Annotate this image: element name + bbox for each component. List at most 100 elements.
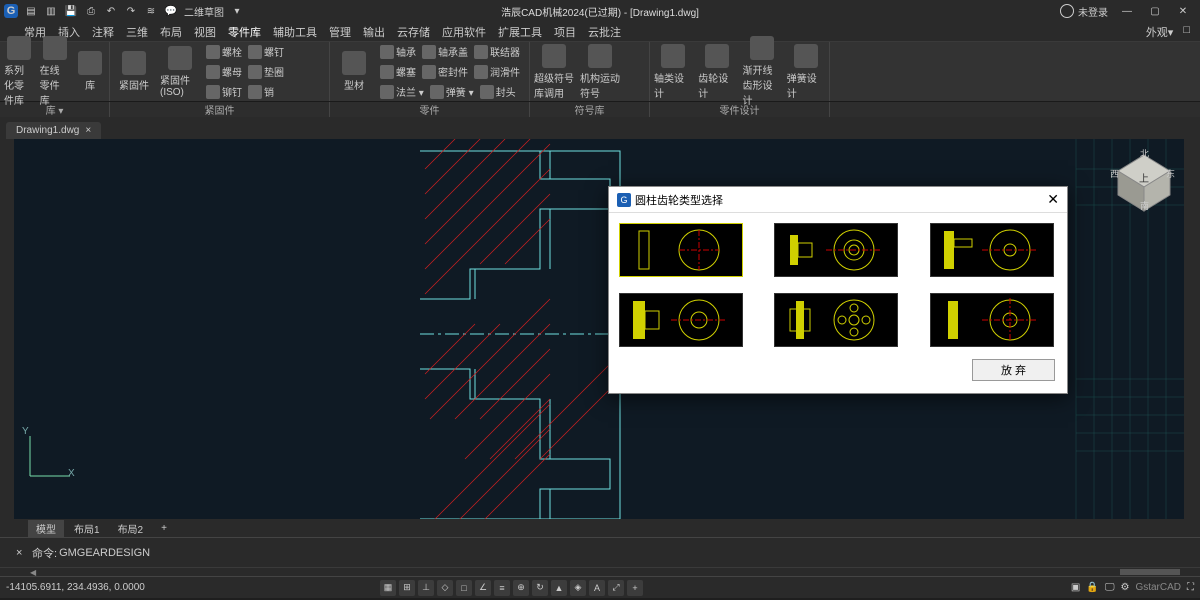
layers-icon[interactable]: ≋ — [144, 4, 158, 18]
ribbon-group-label[interactable]: 库 ▾ — [0, 102, 110, 117]
dialog-close-button[interactable]: ✕ — [1047, 191, 1059, 208]
lwt-toggle[interactable]: ≡ — [494, 580, 510, 596]
menu-tab-3[interactable]: 三维 — [126, 24, 148, 40]
ribbon-big-0-1[interactable]: 在线零件库 — [40, 36, 70, 107]
horizontal-scrollbar[interactable] — [1120, 569, 1180, 575]
menu-tab-6[interactable]: 零件库 — [228, 24, 261, 40]
menubar-right-0[interactable]: 外观▾ — [1146, 24, 1174, 40]
menu-tab-2[interactable]: 注释 — [92, 24, 114, 40]
ribbon-group-label[interactable]: 紧固件 — [110, 102, 330, 117]
menu-tab-13[interactable]: 项目 — [554, 24, 576, 40]
menu-tab-5[interactable]: 视图 — [194, 24, 216, 40]
ribbon-group-label[interactable]: 零件 — [330, 102, 530, 117]
chat-icon[interactable]: 💬 — [164, 4, 178, 18]
maximize-button[interactable]: ▢ — [1146, 4, 1164, 18]
snap-toggle[interactable]: ⊞ — [399, 580, 415, 596]
dyn-toggle[interactable]: ⊕ — [513, 580, 529, 596]
ribbon-group-label[interactable]: 零件设计 — [650, 102, 830, 117]
undo-icon[interactable]: ↶ — [104, 4, 118, 18]
ribbon-small-item[interactable]: 铆钉 — [206, 84, 242, 99]
layout-tab-2[interactable]: 布局2 — [110, 520, 152, 537]
gear-type-3[interactable] — [930, 223, 1054, 277]
gear-type-5[interactable] — [774, 293, 898, 347]
menu-tab-7[interactable]: 辅助工具 — [273, 24, 317, 40]
ribbon-small-item[interactable]: 螺母 — [206, 64, 242, 79]
menu-tab-8[interactable]: 管理 — [329, 24, 351, 40]
login-status[interactable]: 未登录 — [1060, 4, 1108, 19]
menu-tab-4[interactable]: 布局 — [160, 24, 182, 40]
ribbon-group-label[interactable]: 符号库 — [530, 102, 650, 117]
3d-toggle[interactable]: ◈ — [570, 580, 586, 596]
ribbon-big-1-0[interactable]: 紧固件 — [114, 51, 154, 92]
ribbon-small-item[interactable]: 法兰 ▾ — [380, 84, 424, 99]
menubar-right-1[interactable]: □ — [1183, 24, 1190, 40]
ribbon-big-4-0[interactable]: 轴类设计 — [654, 44, 692, 100]
osnap-toggle[interactable]: □ — [456, 580, 472, 596]
save-icon[interactable]: 💾 — [64, 4, 78, 18]
anno-toggle[interactable]: A — [589, 580, 605, 596]
ribbon-big-3-1[interactable]: 机构运动符号 — [580, 44, 620, 100]
dialog-titlebar[interactable]: G 圆柱齿轮类型选择 ✕ — [609, 187, 1067, 213]
ribbon-big-0-0[interactable]: 系列化零件库 — [4, 36, 34, 107]
ribbon-big-2-0[interactable]: 型材 — [334, 51, 374, 92]
dialog-cancel-button[interactable]: 放 弃 — [972, 359, 1055, 381]
cmd-close-icon[interactable]: × — [16, 547, 28, 559]
minimize-button[interactable]: — — [1118, 4, 1136, 18]
print-icon[interactable]: ⎙ — [84, 4, 98, 18]
document-tab-active[interactable]: Drawing1.dwg × — [6, 122, 101, 139]
menu-tab-14[interactable]: 云批注 — [588, 24, 621, 40]
monitor-icon[interactable]: 🖵 — [1105, 582, 1115, 593]
ribbon-small-item[interactable]: 轴承盖 — [422, 44, 468, 59]
ribbon-big-4-1[interactable]: 齿轮设计 — [698, 44, 736, 100]
ribbon-small-item[interactable]: 螺栓 — [206, 44, 242, 59]
tab-close-icon[interactable]: × — [85, 125, 91, 136]
polar-toggle[interactable]: ◇ — [437, 580, 453, 596]
gear-type-4[interactable] — [619, 293, 743, 347]
ribbon-small-item[interactable]: 垫圈 — [248, 64, 284, 79]
layout-scroll-left[interactable]: ◀ — [30, 568, 36, 577]
ribbon-big-0-2[interactable]: 库 — [75, 51, 105, 92]
ribbon-small-item[interactable]: 弹簧 ▾ — [430, 84, 474, 99]
redo-icon[interactable]: ↷ — [124, 4, 138, 18]
ribbon-small-item[interactable]: 螺钉 — [248, 44, 284, 59]
ribbon-small-item[interactable]: 螺塞 — [380, 64, 416, 79]
gear-type-6[interactable] — [930, 293, 1054, 347]
ribbon-big-4-3[interactable]: 弹簧设计 — [787, 44, 825, 100]
menu-tab-11[interactable]: 应用软件 — [442, 24, 486, 40]
gear-type-1[interactable] — [619, 223, 743, 277]
layout-tab-0[interactable]: 模型 — [28, 520, 64, 537]
ribbon-small-item[interactable]: 润滑件 — [474, 64, 520, 79]
ribbon-big-1-1[interactable]: 紧固件(ISO) — [160, 46, 200, 98]
ribbon-small-item[interactable]: 联结器 — [474, 44, 520, 59]
ribbon-big-4-2[interactable]: 渐开线齿形设计 — [743, 36, 781, 107]
ribbon-small-item[interactable]: 销 — [248, 84, 274, 99]
view-cube[interactable]: 上 北 东 西 南 — [1112, 151, 1176, 215]
settings-icon[interactable]: ⚙ — [1120, 582, 1129, 593]
menu-tab-10[interactable]: 云存储 — [397, 24, 430, 40]
close-button[interactable]: ✕ — [1174, 4, 1192, 18]
misc-toggle[interactable]: + — [627, 580, 643, 596]
scale-toggle[interactable]: ⤢ — [608, 580, 624, 596]
command-line[interactable]: × 命令: GMGEARDESIGN — [0, 537, 1200, 567]
grid-toggle[interactable]: ▦ — [380, 580, 396, 596]
ribbon-small-item[interactable]: 轴承 — [380, 44, 416, 59]
expand-icon[interactable]: ⛶ — [1187, 582, 1194, 593]
cycle-toggle[interactable]: ↻ — [532, 580, 548, 596]
menu-tab-9[interactable]: 输出 — [363, 24, 385, 40]
ribbon-small-item[interactable]: 封头 — [480, 84, 516, 99]
gear-type-2[interactable] — [774, 223, 898, 277]
model-space-toggle[interactable]: ▣ — [1071, 582, 1080, 593]
layout-tab-3[interactable]: + — [153, 522, 175, 535]
layout-tab-1[interactable]: 布局1 — [66, 520, 108, 537]
menu-tab-12[interactable]: 扩展工具 — [498, 24, 542, 40]
lock-icon[interactable]: 🔒 — [1086, 582, 1098, 593]
ortho-toggle[interactable]: ⊥ — [418, 580, 434, 596]
workspace-label[interactable]: 二维草图 — [184, 4, 224, 18]
open-icon[interactable]: ▥ — [44, 4, 58, 18]
otrack-toggle[interactable]: ∠ — [475, 580, 491, 596]
dropdown-icon[interactable]: ▾ — [230, 4, 244, 18]
iso-toggle[interactable]: ▲ — [551, 580, 567, 596]
ribbon-small-item[interactable]: 密封件 — [422, 64, 468, 79]
ribbon-big-3-0[interactable]: 超级符号库调用 — [534, 44, 574, 100]
new-icon[interactable]: ▤ — [24, 4, 38, 18]
